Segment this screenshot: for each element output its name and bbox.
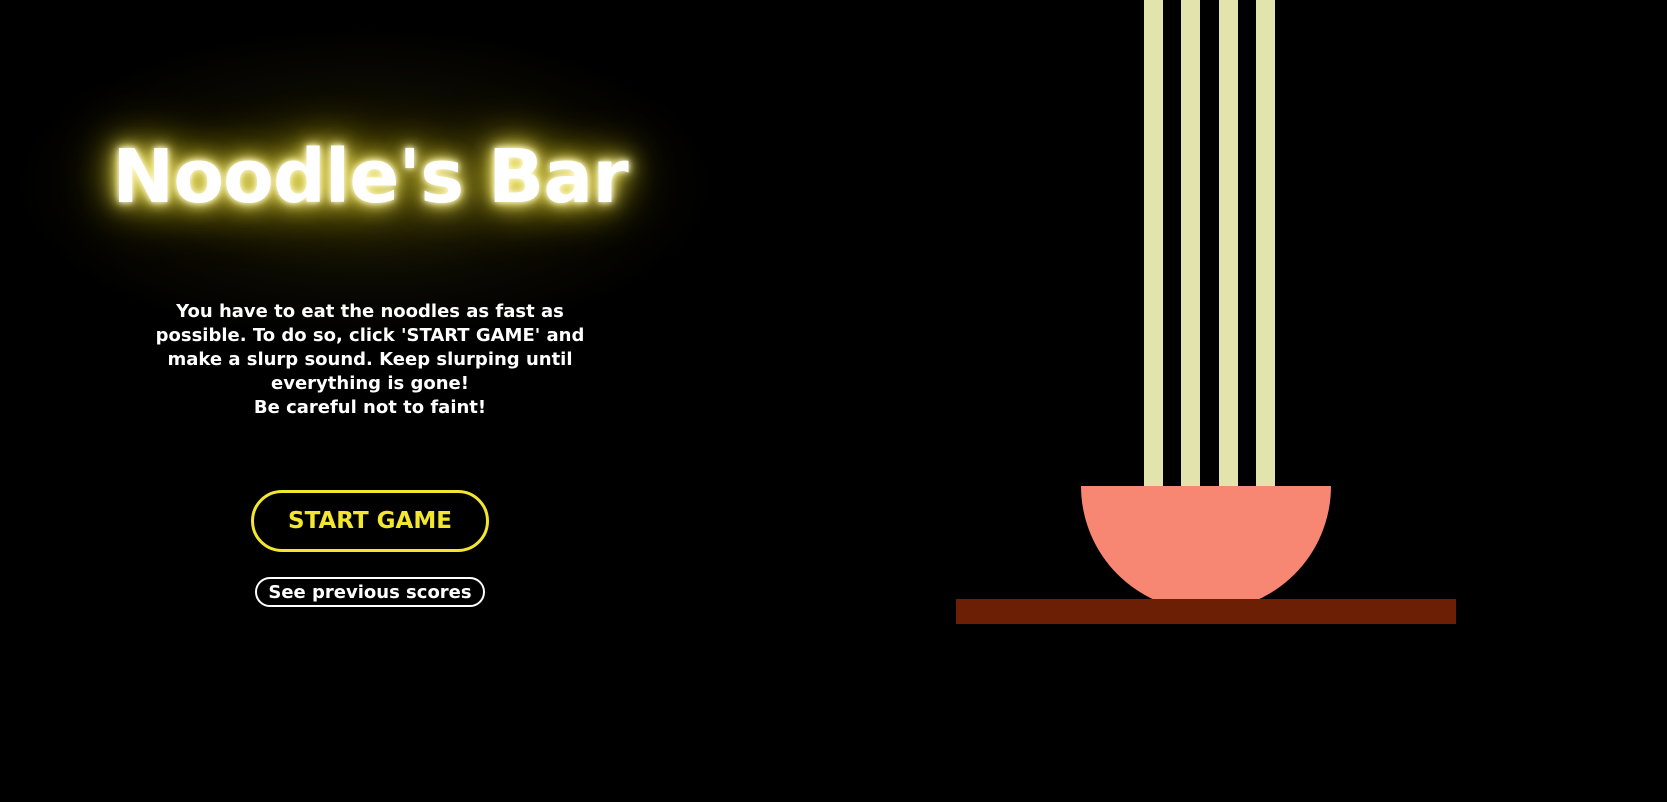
game-title: Noodle's Bar	[112, 134, 628, 220]
instructions: You have to eat the noodles as fast as p…	[150, 300, 590, 420]
instructions-warning: Be careful not to faint!	[253, 397, 487, 418]
noodle-bowl-scene	[940, 0, 1460, 640]
noodle-strand	[1256, 0, 1275, 487]
noodle-strand	[1219, 0, 1238, 487]
noodle-strand	[1181, 0, 1200, 487]
start-game-button[interactable]: START GAME	[251, 490, 489, 552]
previous-scores-button[interactable]: See previous scores	[255, 577, 485, 607]
game-start-screen: Noodle's Bar You have to eat the noodles…	[0, 0, 1667, 802]
noodle-strand	[1144, 0, 1163, 487]
table-surface	[956, 599, 1456, 624]
noodle-bowl	[1081, 486, 1331, 611]
instructions-text: You have to eat the noodles as fast as p…	[155, 301, 585, 394]
